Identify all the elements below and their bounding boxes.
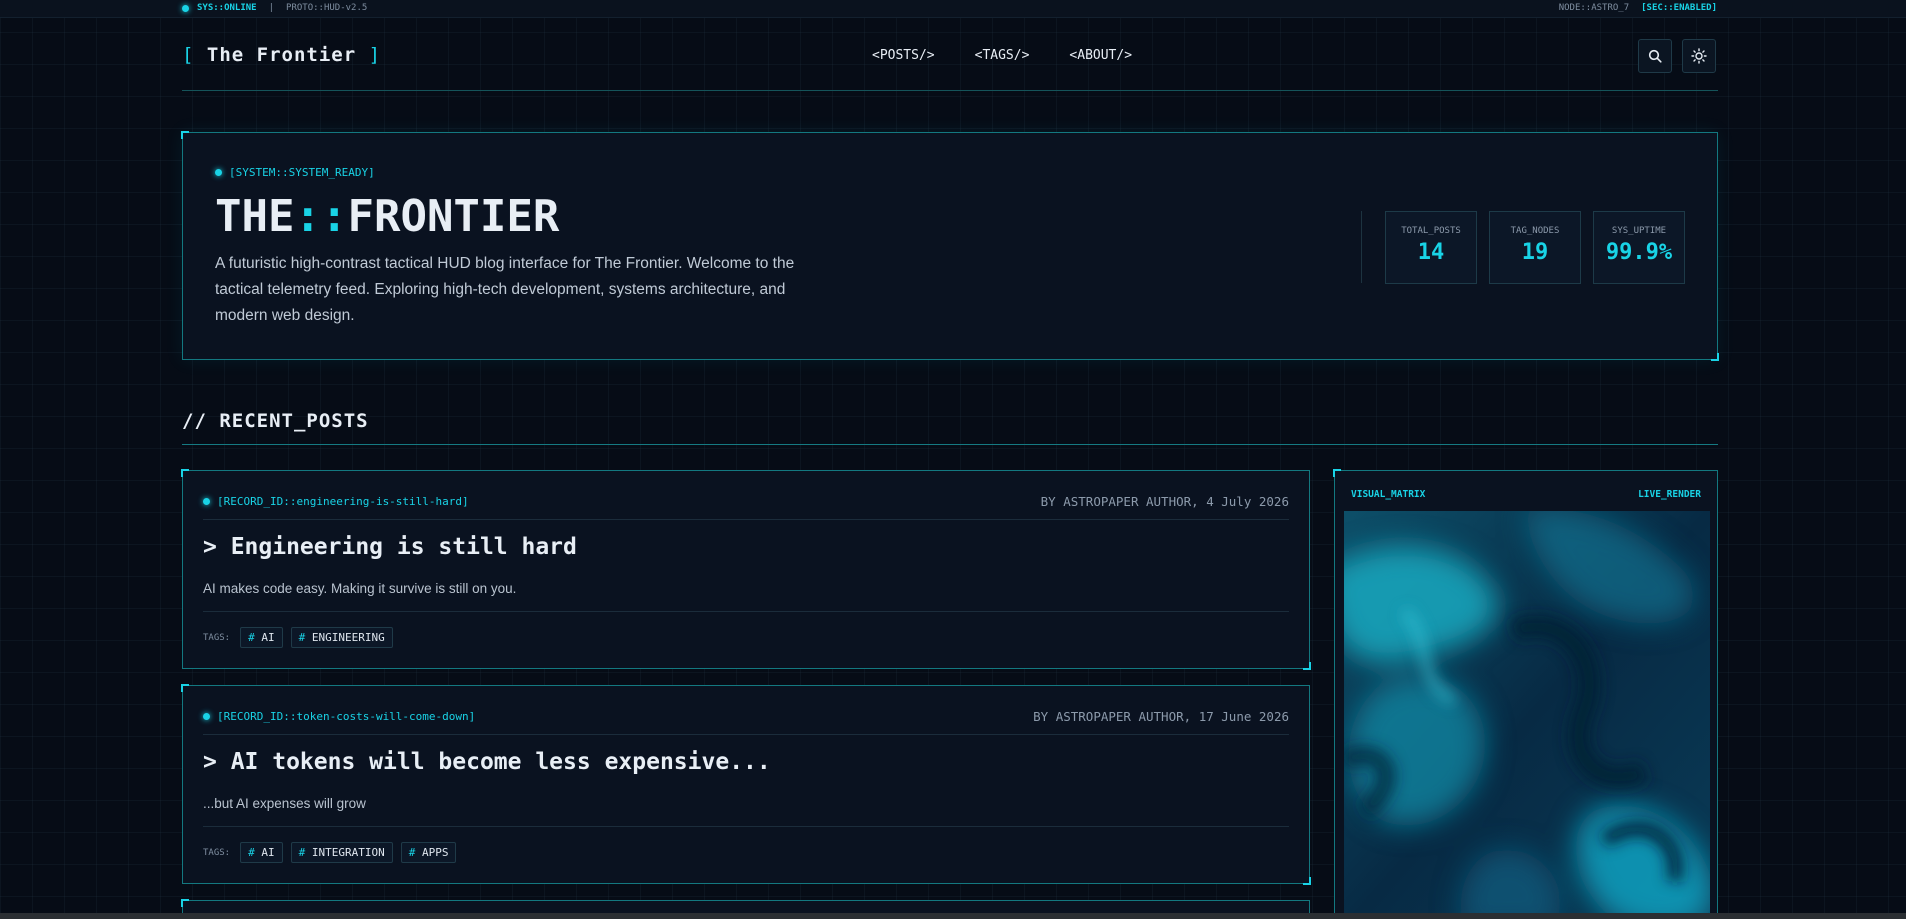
tag-hash: # (298, 631, 306, 644)
record-id-label: [RECORD_ID::token-costs-will-come-down] (217, 710, 476, 723)
visual-matrix-panel: VISUAL_MATRIX LIVE_RENDER (1333, 469, 1718, 919)
tag-apps[interactable]: # APPS (400, 842, 457, 863)
record-id-label: [RECORD_ID::engineering-is-still-hard] (217, 495, 469, 508)
post-title[interactable]: > Engineering is still hard (203, 534, 577, 560)
tag-label: AI (261, 846, 275, 859)
hero-panel: [SYSTEM::SYSTEM_READY] THE::FRONTIER A f… (181, 131, 1719, 361)
post-divider (203, 611, 1289, 612)
tag-hash: # (298, 846, 306, 859)
corner-accent (1711, 353, 1719, 361)
stat-label: TAG_NODES (1510, 226, 1560, 236)
site-logo[interactable]: [ The Frontier ] (182, 44, 381, 66)
logo-text: The Frontier (206, 44, 357, 66)
stat-label: TOTAL_POSTS (1401, 226, 1461, 236)
live-render-label: LIVE_RENDER (1638, 489, 1701, 500)
corner-accent (1333, 469, 1341, 477)
status-dot-icon (182, 4, 189, 12)
stat-total-posts: TOTAL_POSTS 14 (1385, 211, 1477, 284)
tag-integration[interactable]: # INTEGRATION (290, 842, 393, 863)
window-bottom-edge (0, 913, 1906, 919)
matrix-label: VISUAL_MATRIX (1351, 489, 1426, 500)
hero-title-part: THE (215, 191, 295, 242)
tag-engineering[interactable]: # ENGINEERING (290, 627, 393, 648)
status-dot-icon (203, 498, 210, 505)
post-tags: TAGS: # AI # ENGINEERING (203, 627, 393, 648)
protocol-version: PROTO::HUD-v2.5 (286, 3, 368, 13)
tags-label: TAGS: (203, 847, 231, 858)
corner-accent (181, 899, 189, 907)
record-id: [RECORD_ID::engineering-is-still-hard] (203, 495, 469, 508)
stat-tag-nodes: TAG_NODES 19 (1489, 211, 1581, 284)
post-description: AI makes code easy. Making it survive is… (203, 581, 517, 596)
system-ready-tag: [SYSTEM::SYSTEM_READY] (215, 166, 375, 179)
status-dot-icon (215, 169, 222, 176)
tag-label: ENGINEERING (311, 631, 385, 644)
node-id: NODE::ASTRO_7 (1558, 3, 1630, 13)
post-divider (203, 826, 1289, 827)
search-button[interactable] (1638, 39, 1672, 73)
corner-accent (181, 469, 189, 477)
site-header: [ The Frontier ] <POSTS/> <TAGS/> <ABOUT… (182, 18, 1718, 91)
corner-accent (181, 684, 189, 692)
post-divider (203, 519, 1289, 520)
sun-icon (1691, 48, 1707, 64)
fluid-render-graphic (1344, 511, 1710, 919)
main-nav: <POSTS/> <TAGS/> <ABOUT/> (872, 48, 1132, 63)
section-divider (182, 444, 1718, 445)
nav-tags[interactable]: <TAGS/> (975, 48, 1030, 63)
stat-value: 99.9% (1605, 240, 1673, 265)
post-tags: TAGS: # AI # INTEGRATION # APPS (203, 842, 457, 863)
stat-value: 14 (1417, 240, 1445, 265)
fluid-render-image (1344, 511, 1710, 919)
theme-toggle-button[interactable] (1682, 39, 1716, 73)
tag-hash: # (248, 846, 255, 859)
hero-title-separator: :: (294, 191, 348, 242)
logo-bracket-open: [ (182, 44, 195, 66)
status-separator: | (268, 3, 275, 13)
stat-sys-uptime: SYS_UPTIME 99.9% (1593, 211, 1685, 284)
hero-divider (1361, 211, 1362, 283)
tags-label: TAGS: (203, 632, 231, 643)
corner-accent (1303, 877, 1311, 885)
system-status: SYS::ONLINE (197, 3, 257, 13)
hero-description: A futuristic high-contrast tactical HUD … (215, 255, 795, 324)
stat-label: SYS_UPTIME (1611, 226, 1667, 236)
hero-title: THE::FRONTIER (215, 191, 559, 242)
tag-label: APPS (421, 846, 449, 859)
nav-posts[interactable]: <POSTS/> (872, 48, 935, 63)
post-card[interactable]: [RECORD_ID::token-costs-will-come-down] … (181, 684, 1311, 885)
stat-value: 19 (1521, 240, 1549, 265)
logo-bracket-close: ] (368, 44, 382, 66)
status-bar: SYS::ONLINE | PROTO::HUD-v2.5 NODE::ASTR… (0, 0, 1906, 18)
tag-hash: # (248, 631, 255, 644)
system-ready-label: [SYSTEM::SYSTEM_READY] (229, 166, 375, 179)
tag-label: INTEGRATION (311, 846, 385, 859)
tag-label: AI (261, 631, 275, 644)
tag-ai[interactable]: # AI (240, 842, 283, 863)
tag-hash: # (408, 846, 416, 859)
security-status: [SEC::ENABLED] (1641, 3, 1717, 13)
post-meta: BY ASTROPAPER AUTHOR, 17 June 2026 (1033, 709, 1289, 724)
corner-accent (1303, 662, 1311, 670)
search-icon (1648, 49, 1662, 63)
status-dot-icon (203, 713, 210, 720)
post-divider (203, 734, 1289, 735)
tag-ai[interactable]: # AI (240, 627, 283, 648)
hero-title-part: FRONTIER (347, 191, 560, 242)
nav-about[interactable]: <ABOUT/> (1069, 48, 1132, 63)
post-meta: BY ASTROPAPER AUTHOR, 4 July 2026 (1040, 494, 1289, 509)
post-card[interactable]: [RECORD_ID::engineering-is-still-hard] B… (181, 469, 1311, 670)
record-id: [RECORD_ID::token-costs-will-come-down] (203, 710, 475, 723)
post-description: ...but AI expenses will grow (203, 796, 366, 811)
corner-accent (181, 131, 189, 139)
section-title: // RECENT_POSTS (182, 410, 369, 432)
post-title[interactable]: > AI tokens will become less expensive..… (203, 749, 771, 775)
